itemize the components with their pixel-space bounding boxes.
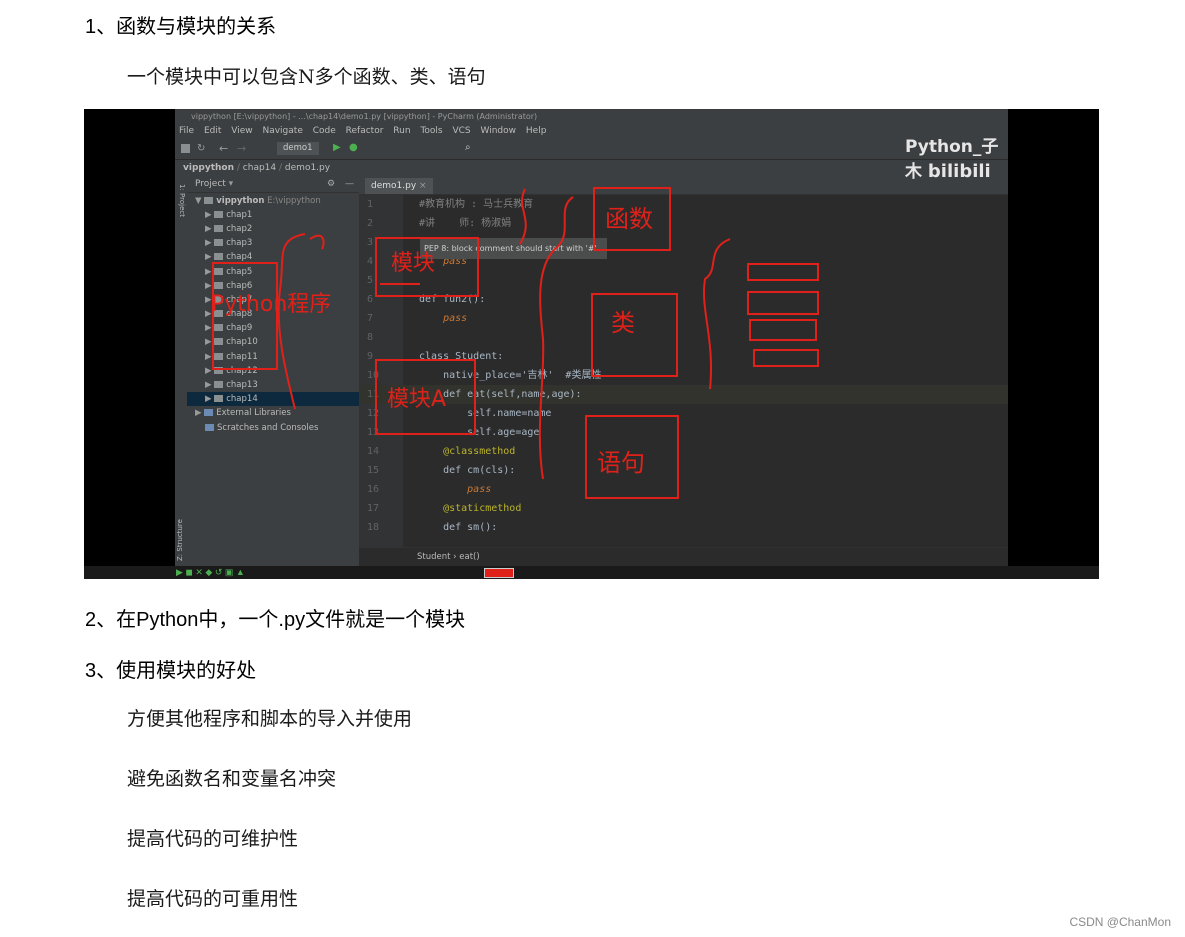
sidebar-project-tab[interactable]: 1: Project [176,184,186,224]
tree-scratches[interactable]: Scratches and Consoles [205,423,318,433]
tree-external-libraries[interactable]: ▶ External Libraries [195,408,291,418]
heading-2: 2、在Python中，一个.py文件就是一个模块 [85,609,466,631]
code-line: 14 @classmethod [367,446,516,457]
tree-item-chap14[interactable]: ▶ chap14 [205,394,258,404]
left-tool-strip: 1: Project Z: Structure [175,176,187,566]
debug-icon[interactable]: ● [349,142,358,153]
breadcrumb-file[interactable]: demo1.py [285,163,330,173]
video-watermark: Python_子木 bilibili [905,137,999,182]
annotation-statement: 语句 [597,449,645,477]
benefit-3: 提高代码的可维护性 [127,828,299,850]
close-icon[interactable]: × [419,181,427,191]
benefit-4: 提高代码的可重用性 [127,888,299,910]
menu-view[interactable]: View [231,126,252,136]
project-panel: Project ▾ ⚙ — ▼ vippython E:\vippython ▶… [187,176,359,566]
title-bar: vippython [E:\vippython] - ...\chap14\de… [175,109,1008,124]
tab-demo1[interactable]: demo1.py × [365,178,433,194]
annotation-module-a: 模块A [387,387,447,412]
menu-help[interactable]: Help [526,126,547,136]
save-icon[interactable] [181,144,190,153]
csdn-watermark: CSDN @ChanMon [1069,915,1171,929]
breadcrumb-project[interactable]: vippython [183,163,234,173]
search-icon[interactable]: ⌕ [465,142,471,153]
code-line: 17 @staticmethod [367,503,522,514]
project-panel-header: Project ▾ ⚙ — [187,176,359,193]
menu-run[interactable]: Run [393,126,410,136]
tree-item-chap1[interactable]: ▶ chap1 [205,210,252,220]
menu-tools[interactable]: Tools [420,126,442,136]
tree-root[interactable]: ▼ vippython E:\vippython [195,196,321,206]
benefit-2: 避免函数名和变量名冲突 [127,768,337,790]
code-line: 15 def cm(cls): [367,465,516,476]
forward-icon[interactable]: → [237,142,246,155]
toolbar: ↻ ← → demo1 ▶ ● ⌕ [175,139,1008,160]
editor-breadcrumb: Student › eat() [359,547,1008,567]
run-icon[interactable]: ▶ [333,142,341,153]
annotation-box-stmt-3 [749,319,817,341]
tree-item-chap4[interactable]: ▶ chap4 [205,252,252,262]
video-player-bar: ▶ ◼ ✕ ◆ ↺ ▣ ▲ [84,566,1099,579]
heading-3: 3、使用模块的好处 [85,660,257,682]
menu-code[interactable]: Code [313,126,336,136]
screenshot-figure: vippython [E:\vippython] - ...\chap14\de… [84,109,1099,579]
annotation-box-stmt-1 [747,263,819,281]
menu-navigate[interactable]: Navigate [262,126,302,136]
color-swatch[interactable] [484,568,514,578]
annotation-box-stmt-2 [747,291,819,315]
heading-1: 1、函数与模块的关系 [85,16,277,38]
code-line: 18 def sm(): [367,522,498,533]
collapse-icon[interactable]: — [345,176,354,192]
sync-icon[interactable]: ↻ [197,143,205,154]
run-config-select[interactable]: demo1 [277,142,319,155]
benefit-1: 方便其他程序和脚本的导入并使用 [127,708,413,730]
menu-window[interactable]: Window [481,126,517,136]
annotation-python-program: Python程序 [211,292,332,317]
player-controls[interactable]: ▶ ◼ ✕ ◆ ↺ ▣ ▲ [176,567,245,578]
tree-item-chap3[interactable]: ▶ chap3 [205,238,252,248]
menu-vcs[interactable]: VCS [452,126,470,136]
breadcrumb: vippython / chap14 / demo1.py [175,160,1008,176]
gear-icon[interactable]: ⚙ [327,176,335,192]
pycharm-window: vippython [E:\vippython] - ...\chap14\de… [175,109,1008,579]
breadcrumb-folder[interactable]: chap14 [243,163,276,173]
project-view-select[interactable]: Project [195,179,226,189]
annotation-class: 类 [611,309,635,337]
window-title: vippython [E:\vippython] - ...\chap14\de… [191,112,538,121]
menu-edit[interactable]: Edit [204,126,221,136]
menu-bar: File Edit View Navigate Code Refactor Ru… [175,124,1008,139]
back-icon[interactable]: ← [219,142,228,155]
sidebar-structure-tab[interactable]: Z: Structure [176,511,186,561]
paragraph-1: 一个模块中可以包含N多个函数、类、语句 [127,66,486,88]
annotation-box-stmt-4 [753,349,819,367]
code-line: 2 #讲 师: 杨淑娟 [367,218,512,229]
annotation-module: 模块 [391,251,436,276]
footer-crumb[interactable]: Student › eat() [417,552,480,562]
tree-item-chap13[interactable]: ▶ chap13 [205,380,258,390]
menu-file[interactable]: File [179,126,194,136]
menu-refactor[interactable]: Refactor [346,126,384,136]
code-line: 16 pass [367,484,492,495]
code-line: 7 pass [367,313,468,324]
tree-item-chap2[interactable]: ▶ chap2 [205,224,252,234]
code-line: 8 [367,332,374,343]
code-line: 1 #教育机构 : 马士兵教育 [367,199,534,210]
annotation-function: 函数 [605,205,653,233]
